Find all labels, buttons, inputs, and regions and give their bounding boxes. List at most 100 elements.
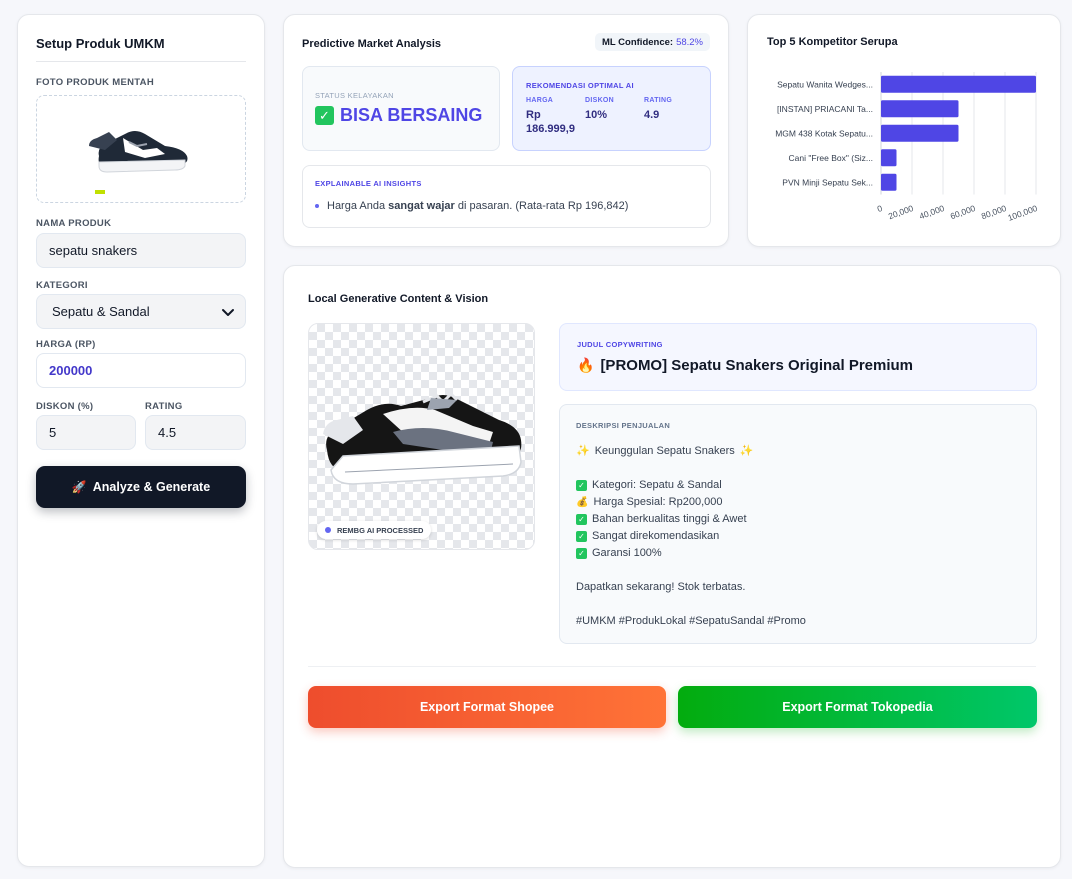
competitor-bar — [881, 149, 897, 167]
confidence-label: ML Confidence: — [601, 36, 674, 48]
desc-bullet-text: Garansi 100% — [592, 547, 662, 559]
check-icon: ✓ — [576, 548, 587, 559]
reco-discount: DISKON 10% — [585, 97, 614, 122]
desc-headline-text: Keunggulan Sepatu Snakers — [594, 445, 735, 457]
sparkle-icon: ✨ — [739, 445, 754, 457]
reco-discount-label: DISKON — [585, 97, 615, 104]
status-dot-icon — [325, 527, 331, 533]
sneaker-thumbnail — [89, 131, 188, 194]
copy-label: JUDUL COPYWRITING — [577, 340, 663, 349]
generative-card: Local Generative Content & Vision REMBG … — [283, 265, 1061, 868]
reco-price-value: Rp 186.999,9 — [526, 109, 575, 135]
product-name-label: NAMA PRODUK — [36, 218, 112, 229]
reco-price-label: HARGA — [526, 97, 554, 104]
ml-confidence-badge: ML Confidence: 58.2% — [594, 33, 710, 51]
insight-pre: Harga Anda — [327, 200, 389, 212]
desc-cta: Dapatkan sekarang! Stok terbatas. — [576, 581, 746, 593]
rembg-badge: REMBG AI PROCESSED — [317, 521, 432, 539]
setup-title: Setup Produk UMKM — [36, 36, 165, 51]
insights-label: EXPLAINABLE AI INSIGHTS — [315, 179, 422, 188]
rocket-icon: 🚀 — [71, 480, 87, 494]
copy-title-text: [PROMO] Sepatu Snakers Original Premium — [600, 357, 914, 374]
export-shopee-button[interactable]: Export Format Shopee — [308, 686, 666, 728]
status-label: STATUS KELAYAKAN — [315, 91, 394, 100]
rating-input[interactable]: 4.5 — [145, 415, 246, 450]
desc-blank — [576, 596, 806, 613]
x-tick-label: 100,000 — [1006, 203, 1039, 223]
discount-label: DISKON (%) — [36, 401, 94, 412]
fire-icon: 🔥 — [577, 357, 595, 373]
desc-bullet-text: Kategori: Sepatu & Sandal — [592, 479, 722, 491]
competitor-label: Sepatu Wanita Wedges... — [777, 79, 873, 89]
export-tokopedia-button[interactable]: Export Format Tokopedia — [678, 686, 1037, 728]
reco-price: HARGA Rp 186.999,9 — [526, 97, 581, 136]
category-label: KATEGORI — [36, 280, 88, 291]
insight-item: Harga Anda sangat wajar di pasaran. (Rat… — [315, 200, 628, 212]
bullet-icon — [315, 204, 319, 208]
sparkle-icon: ✨ — [576, 445, 590, 457]
desc-blank — [576, 460, 806, 477]
desc-label: DESKRIPSI PENJUALAN — [576, 421, 671, 430]
market-analysis-card: Predictive Market Analysis ML Confidence… — [283, 14, 729, 247]
reco-label: REKOMENDASI OPTIMAL AI — [526, 81, 634, 90]
competitor-label: MGM 438 Kotak Sepatu... — [775, 128, 873, 138]
desc-bullet: ✓ Garansi 100% — [576, 545, 806, 562]
competitor-bar — [881, 173, 897, 191]
status-value: ✓ BISA BERSAING — [315, 105, 482, 126]
competitor-bar — [881, 100, 959, 118]
x-tick-label: 20,000 — [887, 203, 915, 221]
product-name-input[interactable]: sepatu snakers — [36, 233, 246, 268]
insights-box: EXPLAINABLE AI INSIGHTS Harga Anda sanga… — [302, 165, 711, 228]
chevron-down-icon — [222, 308, 234, 316]
competitor-label: [INSTAN] PRIACANI Ta... — [777, 104, 873, 114]
rating-label: RATING — [145, 401, 183, 412]
reco-rating: RATING 4.9 — [644, 97, 672, 122]
desc-blank — [576, 562, 806, 579]
analyze-generate-button[interactable]: 🚀 Analyze & Generate — [36, 466, 246, 508]
setup-panel: Setup Produk UMKM FOTO PRODUK MENTAH NAM… — [17, 14, 265, 867]
money-bag-icon: 💰 — [576, 497, 589, 508]
x-tick-label: 80,000 — [980, 203, 1008, 221]
photo-label: FOTO PRODUK MENTAH — [36, 77, 154, 88]
desc-bullet: 💰 Harga Spesial: Rp200,000 — [576, 494, 806, 511]
photo-upload-area[interactable] — [36, 95, 246, 203]
competitor-label: PVN Minji Sepatu Sek... — [782, 177, 873, 187]
competitor-bar — [881, 124, 959, 142]
desc-bullet: ✓ Sangat direkomendasikan — [576, 528, 806, 545]
desc-bullet: ✓ Bahan berkualitas tinggi & Awet — [576, 511, 806, 528]
reco-rating-label: RATING — [644, 97, 673, 104]
competitor-bar — [881, 75, 1036, 93]
status-text: BISA BERSAING — [340, 105, 483, 125]
category-select[interactable]: Sepatu & Sandal — [36, 294, 246, 329]
rembg-label: REMBG AI PROCESSED — [337, 525, 424, 535]
price-input[interactable]: 200000 — [36, 353, 246, 388]
check-icon: ✓ — [576, 480, 587, 491]
check-icon: ✓ — [576, 531, 587, 542]
price-label: HARGA (RP) — [36, 339, 96, 350]
copy-title: 🔥 [PROMO] Sepatu Snakers Original Premiu… — [577, 357, 913, 374]
check-icon: ✓ — [576, 514, 587, 525]
competitor-label: Cani "Free Box" (Siz... — [789, 153, 873, 163]
category-value: Sepatu & Sandal — [52, 304, 150, 319]
copywriting-box: JUDUL COPYWRITING 🔥 [PROMO] Sepatu Snake… — [559, 323, 1037, 391]
insight-bold: sangat wajar — [388, 200, 455, 212]
description-box: DESKRIPSI PENJUALAN ✨ Keunggulan Sepatu S… — [559, 404, 1037, 644]
sneaker-image — [323, 391, 522, 485]
discount-input[interactable]: 5 — [36, 415, 136, 450]
insight-post: di pasaran. (Rata-rata Rp 196,842) — [454, 200, 629, 212]
competitors-card: Top 5 Kompetitor Serupa 0 20,000 40,000 60,… — [747, 14, 1061, 247]
desc-headline: ✨ Keunggulan Sepatu Snakers ✨ — [576, 443, 806, 460]
desc-tags: #UMKM #ProdukLokal #SepatuSandal #Promo — [576, 615, 806, 627]
desc-bullet-text: Bahan berkualitas tinggi & Awet — [592, 513, 747, 525]
divider — [36, 61, 246, 62]
x-tick-label: 40,000 — [918, 203, 946, 221]
description-text: ✨ Keunggulan Sepatu Snakers ✨ ✓ Kategori: S… — [576, 443, 806, 630]
recommendation-box: REKOMENDASI OPTIMAL AI HARGA Rp 186.999,… — [512, 66, 711, 151]
reco-rating-value: 4.9 — [644, 109, 660, 121]
competitor-bar-chart: 0 20,000 40,000 60,000 80,000100,000 Sepatu W… — [775, 72, 1039, 223]
desc-bullet-text: Sangat direkomendasikan — [592, 530, 720, 542]
desc-bullet: ✓ Kategori: Sepatu & Sandal — [576, 477, 806, 494]
insight-text: Harga Anda sangat wajar di pasaran. (Rat… — [327, 200, 628, 212]
generative-title: Local Generative Content & Vision — [308, 293, 489, 305]
processed-image: REMBG AI PROCESSED — [308, 323, 535, 550]
